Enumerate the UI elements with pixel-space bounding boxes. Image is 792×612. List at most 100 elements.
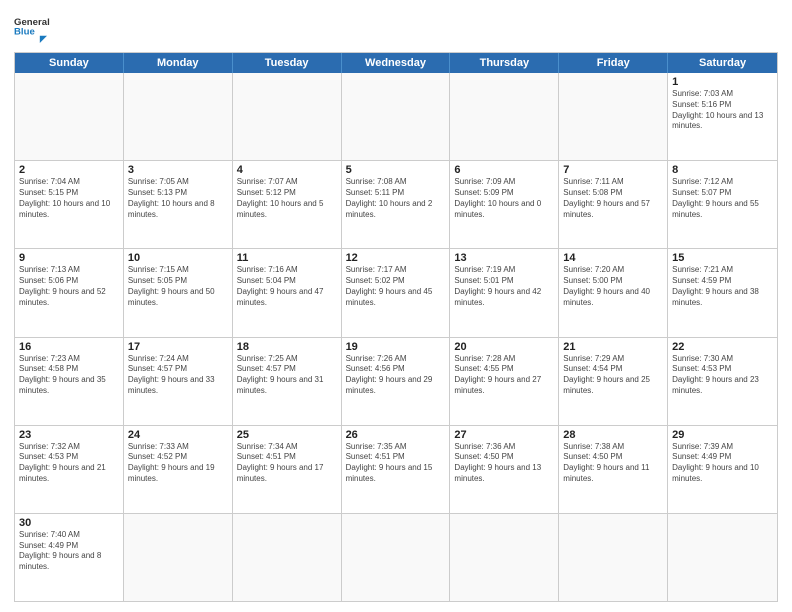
calendar-cell <box>233 514 342 601</box>
day-of-week-sunday: Sunday <box>15 53 124 73</box>
calendar-cell: 29Sunrise: 7:39 AM Sunset: 4:49 PM Dayli… <box>668 426 777 513</box>
calendar-cell: 3Sunrise: 7:05 AM Sunset: 5:13 PM Daylig… <box>124 161 233 248</box>
svg-text:Blue: Blue <box>14 27 35 38</box>
calendar-week-5: 23Sunrise: 7:32 AM Sunset: 4:53 PM Dayli… <box>15 425 777 513</box>
calendar-cell: 9Sunrise: 7:13 AM Sunset: 5:06 PM Daylig… <box>15 249 124 336</box>
calendar-cell: 8Sunrise: 7:12 AM Sunset: 5:07 PM Daylig… <box>668 161 777 248</box>
calendar-cell: 14Sunrise: 7:20 AM Sunset: 5:00 PM Dayli… <box>559 249 668 336</box>
calendar-cell <box>124 73 233 160</box>
day-number: 14 <box>563 252 663 264</box>
day-of-week-saturday: Saturday <box>668 53 777 73</box>
calendar-cell: 28Sunrise: 7:38 AM Sunset: 4:50 PM Dayli… <box>559 426 668 513</box>
calendar-cell <box>342 73 451 160</box>
day-info: Sunrise: 7:38 AM Sunset: 4:50 PM Dayligh… <box>563 442 663 485</box>
calendar-cell: 27Sunrise: 7:36 AM Sunset: 4:50 PM Dayli… <box>450 426 559 513</box>
day-number: 21 <box>563 341 663 353</box>
day-number: 12 <box>346 252 446 264</box>
calendar-cell: 1Sunrise: 7:03 AM Sunset: 5:16 PM Daylig… <box>668 73 777 160</box>
day-info: Sunrise: 7:08 AM Sunset: 5:11 PM Dayligh… <box>346 177 446 220</box>
calendar-cell <box>233 73 342 160</box>
day-info: Sunrise: 7:30 AM Sunset: 4:53 PM Dayligh… <box>672 354 773 397</box>
day-info: Sunrise: 7:07 AM Sunset: 5:12 PM Dayligh… <box>237 177 337 220</box>
day-number: 20 <box>454 341 554 353</box>
day-number: 9 <box>19 252 119 264</box>
day-info: Sunrise: 7:34 AM Sunset: 4:51 PM Dayligh… <box>237 442 337 485</box>
calendar-cell: 30Sunrise: 7:40 AM Sunset: 4:49 PM Dayli… <box>15 514 124 601</box>
day-info: Sunrise: 7:11 AM Sunset: 5:08 PM Dayligh… <box>563 177 663 220</box>
day-number: 4 <box>237 164 337 176</box>
day-number: 17 <box>128 341 228 353</box>
calendar-cell: 19Sunrise: 7:26 AM Sunset: 4:56 PM Dayli… <box>342 338 451 425</box>
day-number: 18 <box>237 341 337 353</box>
day-info: Sunrise: 7:33 AM Sunset: 4:52 PM Dayligh… <box>128 442 228 485</box>
general-blue-logo: General Blue <box>14 10 50 46</box>
calendar-cell <box>450 514 559 601</box>
calendar-cell <box>559 514 668 601</box>
day-info: Sunrise: 7:25 AM Sunset: 4:57 PM Dayligh… <box>237 354 337 397</box>
day-of-week-friday: Friday <box>559 53 668 73</box>
day-info: Sunrise: 7:29 AM Sunset: 4:54 PM Dayligh… <box>563 354 663 397</box>
day-number: 6 <box>454 164 554 176</box>
calendar-cell <box>668 514 777 601</box>
calendar-cell: 25Sunrise: 7:34 AM Sunset: 4:51 PM Dayli… <box>233 426 342 513</box>
day-number: 2 <box>19 164 119 176</box>
calendar-cell: 16Sunrise: 7:23 AM Sunset: 4:58 PM Dayli… <box>15 338 124 425</box>
calendar: SundayMondayTuesdayWednesdayThursdayFrid… <box>14 52 778 602</box>
day-number: 13 <box>454 252 554 264</box>
day-info: Sunrise: 7:09 AM Sunset: 5:09 PM Dayligh… <box>454 177 554 220</box>
calendar-week-6: 30Sunrise: 7:40 AM Sunset: 4:49 PM Dayli… <box>15 513 777 601</box>
day-number: 8 <box>672 164 773 176</box>
day-number: 19 <box>346 341 446 353</box>
day-number: 30 <box>19 517 119 529</box>
day-info: Sunrise: 7:32 AM Sunset: 4:53 PM Dayligh… <box>19 442 119 485</box>
calendar-cell: 17Sunrise: 7:24 AM Sunset: 4:57 PM Dayli… <box>124 338 233 425</box>
calendar-week-1: 1Sunrise: 7:03 AM Sunset: 5:16 PM Daylig… <box>15 73 777 160</box>
day-number: 1 <box>672 76 773 88</box>
day-info: Sunrise: 7:23 AM Sunset: 4:58 PM Dayligh… <box>19 354 119 397</box>
calendar-week-3: 9Sunrise: 7:13 AM Sunset: 5:06 PM Daylig… <box>15 248 777 336</box>
calendar-cell: 18Sunrise: 7:25 AM Sunset: 4:57 PM Dayli… <box>233 338 342 425</box>
day-number: 25 <box>237 429 337 441</box>
day-number: 29 <box>672 429 773 441</box>
day-info: Sunrise: 7:21 AM Sunset: 4:59 PM Dayligh… <box>672 265 773 308</box>
calendar-cell: 22Sunrise: 7:30 AM Sunset: 4:53 PM Dayli… <box>668 338 777 425</box>
calendar-cell: 13Sunrise: 7:19 AM Sunset: 5:01 PM Dayli… <box>450 249 559 336</box>
calendar-cell: 5Sunrise: 7:08 AM Sunset: 5:11 PM Daylig… <box>342 161 451 248</box>
day-info: Sunrise: 7:39 AM Sunset: 4:49 PM Dayligh… <box>672 442 773 485</box>
calendar-cell: 10Sunrise: 7:15 AM Sunset: 5:05 PM Dayli… <box>124 249 233 336</box>
day-info: Sunrise: 7:15 AM Sunset: 5:05 PM Dayligh… <box>128 265 228 308</box>
day-of-week-tuesday: Tuesday <box>233 53 342 73</box>
day-info: Sunrise: 7:28 AM Sunset: 4:55 PM Dayligh… <box>454 354 554 397</box>
calendar-cell <box>342 514 451 601</box>
day-number: 3 <box>128 164 228 176</box>
calendar-week-2: 2Sunrise: 7:04 AM Sunset: 5:15 PM Daylig… <box>15 160 777 248</box>
calendar-cell: 7Sunrise: 7:11 AM Sunset: 5:08 PM Daylig… <box>559 161 668 248</box>
day-info: Sunrise: 7:04 AM Sunset: 5:15 PM Dayligh… <box>19 177 119 220</box>
calendar-cell <box>124 514 233 601</box>
day-number: 10 <box>128 252 228 264</box>
day-number: 27 <box>454 429 554 441</box>
day-info: Sunrise: 7:36 AM Sunset: 4:50 PM Dayligh… <box>454 442 554 485</box>
calendar-cell <box>15 73 124 160</box>
calendar-cell: 6Sunrise: 7:09 AM Sunset: 5:09 PM Daylig… <box>450 161 559 248</box>
calendar-cell: 24Sunrise: 7:33 AM Sunset: 4:52 PM Dayli… <box>124 426 233 513</box>
calendar-cell: 11Sunrise: 7:16 AM Sunset: 5:04 PM Dayli… <box>233 249 342 336</box>
calendar-cell <box>450 73 559 160</box>
day-number: 7 <box>563 164 663 176</box>
day-info: Sunrise: 7:20 AM Sunset: 5:00 PM Dayligh… <box>563 265 663 308</box>
day-number: 26 <box>346 429 446 441</box>
day-info: Sunrise: 7:13 AM Sunset: 5:06 PM Dayligh… <box>19 265 119 308</box>
day-of-week-wednesday: Wednesday <box>342 53 451 73</box>
logo: General Blue <box>14 10 50 46</box>
calendar-cell: 20Sunrise: 7:28 AM Sunset: 4:55 PM Dayli… <box>450 338 559 425</box>
header: General Blue <box>14 10 778 46</box>
calendar-cell: 4Sunrise: 7:07 AM Sunset: 5:12 PM Daylig… <box>233 161 342 248</box>
day-info: Sunrise: 7:19 AM Sunset: 5:01 PM Dayligh… <box>454 265 554 308</box>
day-info: Sunrise: 7:03 AM Sunset: 5:16 PM Dayligh… <box>672 89 773 132</box>
day-info: Sunrise: 7:12 AM Sunset: 5:07 PM Dayligh… <box>672 177 773 220</box>
day-number: 24 <box>128 429 228 441</box>
calendar-cell <box>559 73 668 160</box>
calendar-cell: 2Sunrise: 7:04 AM Sunset: 5:15 PM Daylig… <box>15 161 124 248</box>
calendar-cell: 21Sunrise: 7:29 AM Sunset: 4:54 PM Dayli… <box>559 338 668 425</box>
day-of-week-monday: Monday <box>124 53 233 73</box>
